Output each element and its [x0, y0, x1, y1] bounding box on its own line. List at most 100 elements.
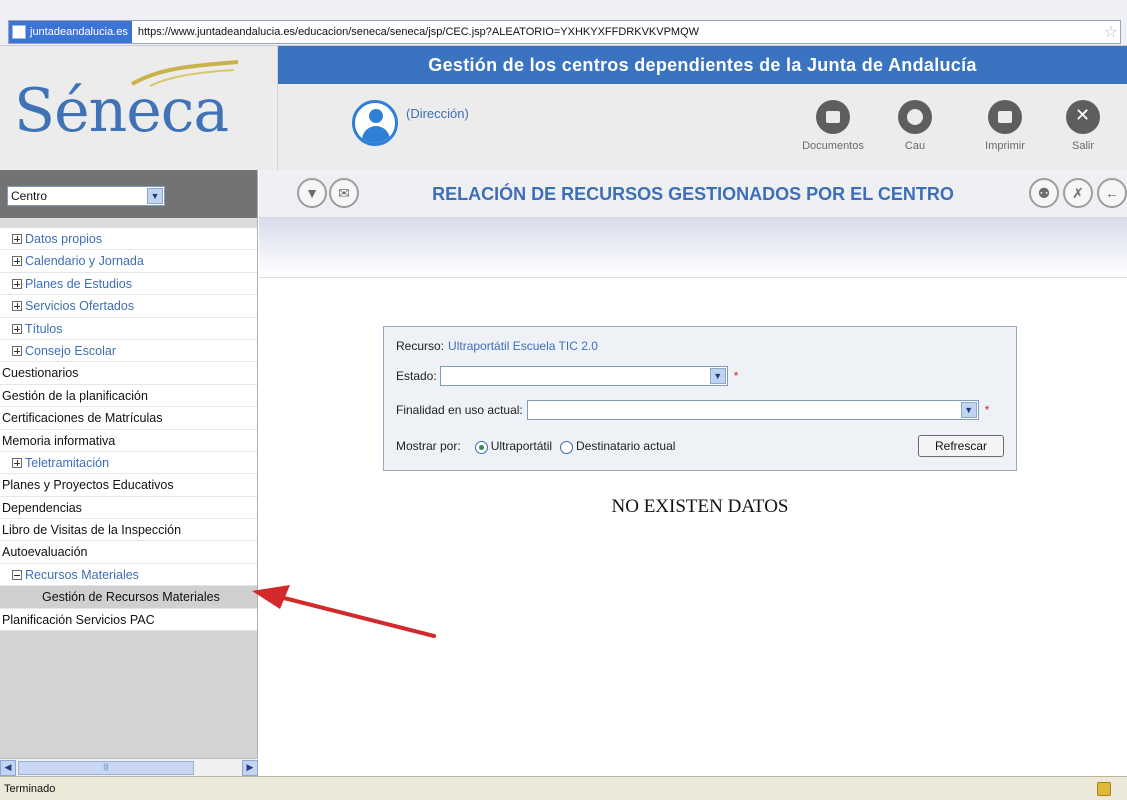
- chevron-down-icon[interactable]: ▼: [709, 368, 726, 384]
- sidebar-item-calendario-jornada[interactable]: Calendario y Jornada: [0, 250, 257, 273]
- sidebar-item-servicios-ofertados[interactable]: Servicios Ofertados: [0, 295, 257, 318]
- sidebar-item-label: Recursos Materiales: [25, 567, 139, 582]
- url-text[interactable]: https://www.juntadeandalucia.es/educacio…: [138, 26, 699, 38]
- sidebar-item-gestion-recursos-materiales[interactable]: Gestión de Recursos Materiales: [0, 586, 257, 609]
- sidebar-item-gestion-planificacion[interactable]: Gestión de la planificación: [0, 384, 257, 408]
- sidebar-item-label: Servicios Ofertados: [25, 299, 135, 314]
- sidebar-horizontal-scrollbar[interactable]: ◀ ||| ▶: [0, 758, 258, 776]
- refrescar-button[interactable]: Refrescar: [918, 435, 1004, 457]
- documentos-button[interactable]: Documentos: [798, 100, 868, 152]
- radio-ultraportatil[interactable]: [474, 440, 488, 454]
- expand-icon[interactable]: [12, 234, 22, 244]
- sidebar-item-planes-proyectos[interactable]: Planes y Proyectos Educativos: [0, 474, 257, 497]
- sidebar-item-autoevaluacion[interactable]: Autoevaluación: [0, 541, 257, 564]
- sidebar: Centro ▼ Datos propios Calendario y Jorn…: [0, 170, 258, 776]
- finalidad-select[interactable]: ▼: [526, 400, 979, 420]
- finalidad-label: Finalidad en uso actual:: [396, 403, 523, 417]
- page-title-bar: ▼ ✉ RELACIÓN DE RECURSOS GESTIONADOS POR…: [259, 170, 1127, 218]
- sidebar-gap: [0, 218, 257, 228]
- recurso-row: Recurso: Ultraportátil Escuela TIC 2.0: [396, 339, 598, 353]
- sidebar-item-label: Títulos: [25, 321, 63, 336]
- header-banner: Gestión de los centros dependientes de l…: [278, 46, 1127, 84]
- user-role[interactable]: (Dirección): [406, 106, 469, 121]
- scroll-left-icon[interactable]: ◀: [0, 759, 16, 776]
- headset-icon: [898, 100, 932, 134]
- estado-label: Estado:: [396, 369, 437, 383]
- sidebar-item-memoria-informativa[interactable]: Memoria informativa: [0, 429, 257, 452]
- salir-button[interactable]: Salir: [1048, 100, 1118, 152]
- cau-button[interactable]: Cau: [880, 100, 950, 152]
- required-mark: *: [733, 369, 739, 383]
- centro-select-value: Centro: [11, 189, 48, 203]
- radio-destinatario[interactable]: [560, 440, 574, 454]
- status-bar: Terminado: [0, 776, 1127, 800]
- url-field[interactable]: juntadeandalucia.es https://www.juntadea…: [8, 20, 1121, 44]
- empty-state-message: NO EXISTEN DATOS: [611, 496, 789, 517]
- sidebar-item-titulos[interactable]: Títulos: [0, 317, 257, 340]
- collapse-icon[interactable]: [12, 569, 22, 580]
- expand-icon[interactable]: [12, 323, 22, 334]
- expand-icon[interactable]: [12, 256, 22, 267]
- seneca-logo[interactable]: Séneca: [14, 76, 229, 146]
- mostrar-label: Mostrar por:: [396, 439, 461, 453]
- sidebar-item-dependencias[interactable]: Dependencias: [0, 496, 257, 520]
- expand-icon[interactable]: [12, 301, 22, 312]
- recurso-value: Ultraportátil Escuela TIC 2.0: [448, 339, 598, 353]
- sidebar-item-label: Datos propios: [25, 232, 103, 246]
- sidebar-item-certificaciones-matriculas[interactable]: Certificaciones de Matrículas: [0, 407, 257, 430]
- main-content: ▼ ✉ RELACIÓN DE RECURSOS GESTIONADOS POR…: [259, 170, 1127, 776]
- sidebar-item-teletramitacion[interactable]: Teletramitación: [0, 451, 257, 475]
- estado-row: Estado: ▼ *: [396, 366, 738, 386]
- filter-form: Recurso: Ultraportátil Escuela TIC 2.0 E…: [383, 326, 1017, 471]
- close-icon: [1066, 100, 1100, 134]
- radio-ultraportatil-label[interactable]: Ultraportátil: [491, 439, 552, 453]
- sidebar-item-planificacion-pac[interactable]: Planificación Servicios PAC: [0, 608, 257, 632]
- documentos-label: Documentos: [802, 140, 864, 152]
- recurso-label: Recurso:: [396, 339, 445, 353]
- app-header: Séneca Gestión de los centros dependient…: [0, 46, 1127, 170]
- scroll-right-icon[interactable]: ▶: [242, 759, 258, 776]
- expand-icon[interactable]: [12, 278, 22, 289]
- page-title: RELACIÓN DE RECURSOS GESTIONADOS POR EL …: [432, 184, 954, 204]
- lock-icon[interactable]: [1097, 781, 1111, 796]
- sidebar-item-label: Teletramitación: [25, 455, 110, 470]
- required-mark: *: [984, 403, 990, 417]
- chevron-down-icon[interactable]: ▼: [960, 402, 977, 418]
- printer-icon: [988, 100, 1022, 134]
- mostrar-row: Mostrar por: Ultraportátil Destinatario …: [396, 439, 675, 454]
- user-avatar-icon[interactable]: [352, 100, 398, 146]
- chevron-down-icon[interactable]: ▼: [147, 188, 163, 204]
- imprimir-button[interactable]: Imprimir: [970, 100, 1040, 152]
- sidebar-item-label: Calendario y Jornada: [25, 254, 144, 269]
- book-icon: [816, 100, 850, 134]
- sidebar-item-label: Planes de Estudios: [25, 276, 133, 291]
- expand-icon[interactable]: [12, 457, 22, 468]
- sidebar-header: Centro ▼: [0, 170, 257, 218]
- page-icon: [12, 25, 26, 39]
- status-text: Terminado: [4, 782, 56, 795]
- back-arrow-icon[interactable]: ←: [1097, 178, 1127, 208]
- expand-icon[interactable]: [12, 345, 22, 356]
- sidebar-item-consejo-escolar[interactable]: Consejo Escolar: [0, 339, 257, 363]
- scrollbar-thumb[interactable]: |||: [18, 760, 194, 775]
- sidebar-item-datos-propios[interactable]: Datos propios: [0, 228, 257, 251]
- logo-area: Séneca: [0, 46, 278, 170]
- centro-select[interactable]: Centro ▼: [7, 186, 165, 206]
- add-person-icon[interactable]: ⚉: [1029, 178, 1059, 208]
- radio-destinatario-label[interactable]: Destinatario actual: [576, 439, 675, 453]
- salir-label: Salir: [1071, 140, 1094, 152]
- sidebar-item-libro-visitas[interactable]: Libro de Visitas de la Inspección: [0, 519, 257, 542]
- remove-person-icon[interactable]: ✗: [1063, 178, 1093, 208]
- bookmark-star-icon[interactable]: ☆: [1104, 22, 1120, 42]
- sidebar-item-planes-estudios[interactable]: Planes de Estudios: [0, 272, 257, 296]
- sidebar-item-recursos-materiales[interactable]: Recursos Materiales: [0, 563, 257, 587]
- cau-label: Cau: [904, 140, 926, 152]
- title-gradient-band: [259, 218, 1127, 278]
- sidebar-item-label: Consejo Escolar: [25, 343, 117, 358]
- estado-select[interactable]: ▼: [439, 366, 728, 386]
- imprimir-label: Imprimir: [985, 140, 1025, 152]
- user-area: (Dirección): [352, 100, 469, 146]
- site-chip-label: juntadeandalucia.es: [30, 26, 128, 38]
- site-identity-chip[interactable]: juntadeandalucia.es: [9, 21, 132, 43]
- sidebar-item-cuestionarios[interactable]: Cuestionarios: [0, 362, 257, 385]
